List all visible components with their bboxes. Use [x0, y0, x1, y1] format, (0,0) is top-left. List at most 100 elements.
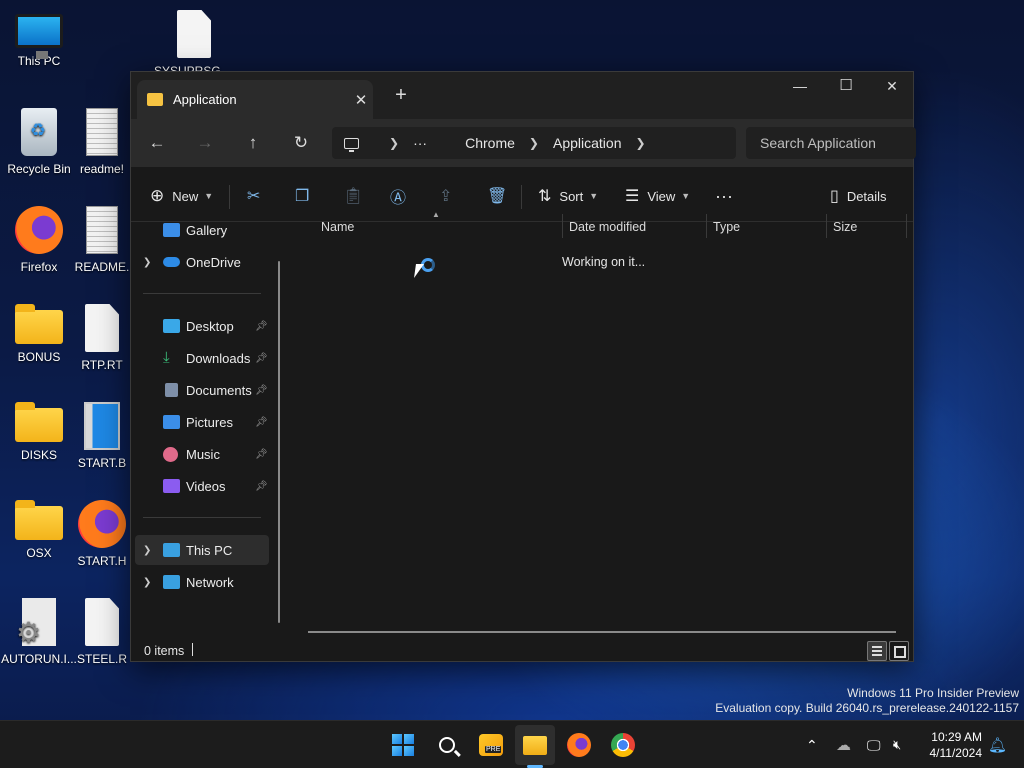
- desktop-icon-recycle-bin[interactable]: Recycle Bin: [0, 102, 79, 192]
- breadcrumb-item-application[interactable]: Application: [553, 135, 622, 151]
- sidebar-item-videos[interactable]: Videos 📌︎: [131, 471, 269, 501]
- column-header-size[interactable]: Size: [833, 214, 857, 240]
- pin-icon[interactable]: 📌︎: [255, 481, 268, 492]
- desktop-icon-osx[interactable]: OSX: [0, 494, 79, 584]
- sidebar-scrollbar[interactable]: [278, 261, 280, 623]
- column-divider[interactable]: [562, 214, 563, 238]
- desktop-icon-start-h[interactable]: START.H: [74, 494, 130, 584]
- column-divider[interactable]: [826, 214, 827, 238]
- desktop-icon-firefox[interactable]: Firefox: [0, 200, 79, 290]
- taskbar-firefox[interactable]: [564, 730, 594, 760]
- refresh-button[interactable]: ↻: [286, 129, 316, 157]
- sidebar-item-music[interactable]: Music 📌︎: [131, 439, 269, 469]
- chevron-up-icon: ⌃: [806, 736, 818, 753]
- sidebar-item-onedrive[interactable]: ❯ OneDrive: [131, 247, 269, 277]
- column-header-date-modified[interactable]: Date modified: [569, 214, 646, 240]
- breadcrumb-overflow[interactable]: ···: [413, 135, 427, 151]
- show-hidden-icons-button[interactable]: ⌃: [806, 721, 818, 768]
- toolbar-divider: [229, 185, 230, 209]
- desktop-icon-rtp[interactable]: RTP.RT: [74, 298, 130, 388]
- chevron-right-icon[interactable]: ❯: [143, 545, 151, 556]
- up-button[interactable]: ↑: [238, 129, 268, 157]
- large-icons-view-icon[interactable]: [889, 641, 909, 661]
- rename-button[interactable]: Ⓐ: [390, 182, 406, 210]
- status-divider: [192, 643, 193, 656]
- breadcrumb-item-chrome[interactable]: Chrome: [465, 135, 515, 151]
- notification-bell-icon[interactable]: 🔔︎: [988, 721, 1007, 768]
- settings-file-icon: [16, 598, 56, 649]
- watermark-line2: Evaluation copy. Build 26040.rs_prerelea…: [715, 701, 1019, 715]
- volume-muted-icon[interactable]: 🔇︎: [893, 721, 901, 768]
- desktop-icon-readme1[interactable]: readme!: [74, 102, 130, 192]
- new-button[interactable]: ⊕ New ▼: [150, 182, 213, 210]
- search-input[interactable]: Search Application: [746, 127, 916, 159]
- firefox-icon: [567, 733, 591, 757]
- desktop-icon-steel[interactable]: STEEL.R: [74, 592, 130, 682]
- chevron-right-icon[interactable]: ❯: [143, 577, 151, 588]
- sidebar-item-this-pc[interactable]: ❯ This PC: [135, 535, 269, 565]
- forward-button[interactable]: →: [190, 129, 220, 157]
- taskbar: PRE ⌃ ☁ 🖵︎ 🔇︎ 10:29 AM 4/11/2024 🔔︎: [0, 720, 1024, 768]
- taskbar-app-pre[interactable]: PRE: [476, 730, 506, 760]
- chevron-right-icon[interactable]: ❯: [389, 136, 399, 150]
- sidebar-item-network[interactable]: ❯ Network: [131, 567, 269, 597]
- chevron-right-icon[interactable]: ❯: [529, 136, 539, 150]
- chevron-right-icon[interactable]: ❯: [143, 257, 151, 268]
- desktop-icon-readme2[interactable]: README.: [74, 200, 130, 290]
- copy-button[interactable]: ❐: [295, 182, 309, 210]
- delete-button[interactable]: 🗑︎: [487, 182, 507, 210]
- sidebar-item-gallery[interactable]: Gallery: [131, 215, 269, 245]
- network-tray-icon[interactable]: 🖵︎: [867, 721, 881, 768]
- view-button[interactable]: ☰ View ▼: [625, 182, 690, 210]
- pin-icon[interactable]: 📌︎: [255, 449, 268, 460]
- horizontal-scrollbar[interactable]: [308, 631, 896, 633]
- cut-button[interactable]: ✂: [247, 182, 260, 210]
- app-icon: [84, 402, 120, 450]
- pin-icon[interactable]: 📌︎: [255, 417, 268, 428]
- copy-icon: ❐: [295, 188, 310, 205]
- paste-button[interactable]: 📋︎: [343, 182, 363, 210]
- onedrive-tray-icon[interactable]: ☁: [836, 721, 851, 768]
- taskbar-search-button[interactable]: [432, 730, 462, 760]
- sidebar-item-downloads[interactable]: ⤓ Downloads 📌︎: [131, 343, 269, 373]
- back-button[interactable]: ←: [142, 129, 172, 157]
- desktop-icon-autorun[interactable]: AUTORUN.I...: [0, 592, 79, 682]
- new-tab-button[interactable]: +: [389, 84, 413, 108]
- tab-close-icon[interactable]: ✕: [349, 91, 373, 109]
- column-divider[interactable]: [706, 214, 707, 238]
- pin-icon[interactable]: 📌︎: [255, 321, 268, 332]
- sort-button[interactable]: ⇅ Sort ▼: [538, 182, 598, 210]
- taskbar-file-explorer[interactable]: [515, 725, 555, 765]
- pin-icon[interactable]: 📌︎: [255, 353, 268, 364]
- computer-icon[interactable]: [344, 137, 359, 152]
- folder-icon: [147, 93, 163, 106]
- sidebar-item-documents[interactable]: Documents 📌︎: [131, 375, 269, 405]
- desktop-icon-start-b[interactable]: START.B: [74, 396, 130, 486]
- close-button[interactable]: ✕: [869, 72, 915, 102]
- sidebar-item-label: Music: [186, 446, 220, 462]
- details-button[interactable]: ▯ Details: [830, 182, 887, 210]
- column-divider[interactable]: [906, 214, 907, 238]
- sidebar-item-pictures[interactable]: Pictures 📌︎: [131, 407, 269, 437]
- see-more-button[interactable]: ···: [715, 182, 733, 210]
- chevron-right-icon[interactable]: ❯: [635, 136, 645, 150]
- desktop-icon-label: Recycle Bin: [7, 162, 71, 176]
- desktop-icon-this-pc[interactable]: This PC: [0, 4, 79, 94]
- pin-icon[interactable]: 📌︎: [255, 385, 268, 396]
- minimize-button[interactable]: —: [777, 72, 823, 102]
- desktop-icon-disks[interactable]: DISKS: [0, 396, 79, 486]
- sidebar-item-desktop[interactable]: Desktop 📌︎: [131, 311, 269, 341]
- clock-date: 4/11/2024: [929, 746, 983, 760]
- desktop-icon-bonus[interactable]: BONUS: [0, 298, 79, 388]
- details-view-icon[interactable]: [867, 641, 887, 661]
- maximize-button[interactable]: ☐: [823, 72, 869, 102]
- tab-application[interactable]: Application ✕: [137, 80, 373, 119]
- column-header-type[interactable]: Type: [713, 214, 740, 240]
- status-bar: 0 items: [131, 639, 915, 663]
- breadcrumb[interactable]: ❯ ··· ❯ Chrome ❯ Application ❯: [332, 127, 736, 159]
- taskbar-chrome[interactable]: [608, 730, 638, 760]
- column-header-name[interactable]: Name: [321, 214, 354, 240]
- clock[interactable]: 10:29 AM 4/11/2024: [914, 729, 983, 761]
- start-button[interactable]: [388, 730, 418, 760]
- share-button[interactable]: ⇪: [439, 182, 452, 210]
